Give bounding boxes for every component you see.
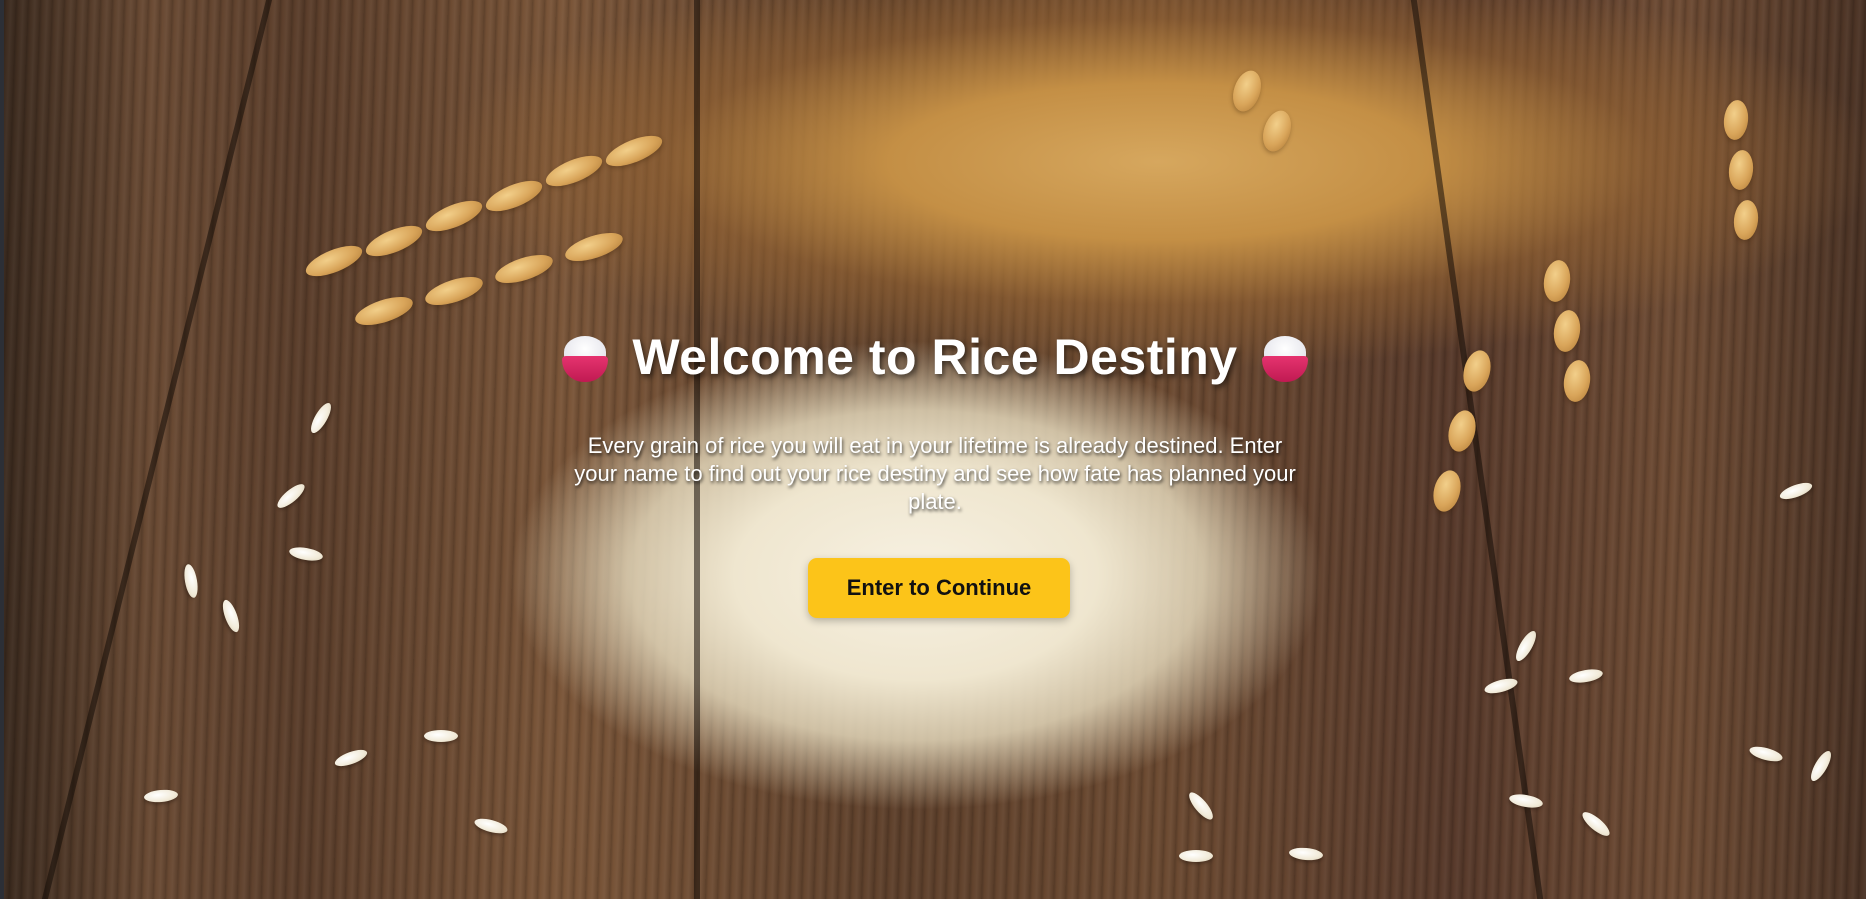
page-title: Welcome to Rice Destiny <box>632 329 1238 385</box>
enter-to-continue-button[interactable]: Enter to Continue <box>808 558 1070 618</box>
welcome-overlay: Welcome to Rice Destiny Every grain of r… <box>4 0 1866 899</box>
page-description: Every grain of rice you will eat in your… <box>574 433 1296 514</box>
rice-bowl-icon <box>1260 332 1310 382</box>
title-row: Welcome to Rice Destiny <box>4 328 1866 386</box>
rice-bowl-icon <box>560 332 610 382</box>
